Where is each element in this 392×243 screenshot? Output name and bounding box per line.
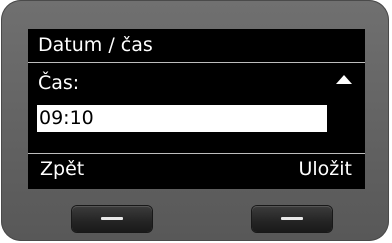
softkey-label-save: Uložit <box>298 158 352 180</box>
minus-icon <box>281 217 303 220</box>
softkey-label-back: Zpět <box>40 158 85 180</box>
phone-device: Datum / čas Čas: 09:10 Zpět Uložit <box>1 0 389 241</box>
right-softkey-button[interactable] <box>252 206 332 232</box>
left-softkey-button[interactable] <box>72 206 152 232</box>
minus-icon <box>101 217 123 220</box>
display-screen: Datum / čas Čas: 09:10 Zpět Uložit <box>28 29 365 189</box>
time-input[interactable]: 09:10 <box>37 105 327 132</box>
time-field-label: Čas: <box>38 72 80 94</box>
title-divider <box>28 62 365 63</box>
softkey-divider <box>28 153 365 154</box>
screen-title: Datum / čas <box>38 34 153 56</box>
scroll-up-icon[interactable] <box>336 75 352 84</box>
